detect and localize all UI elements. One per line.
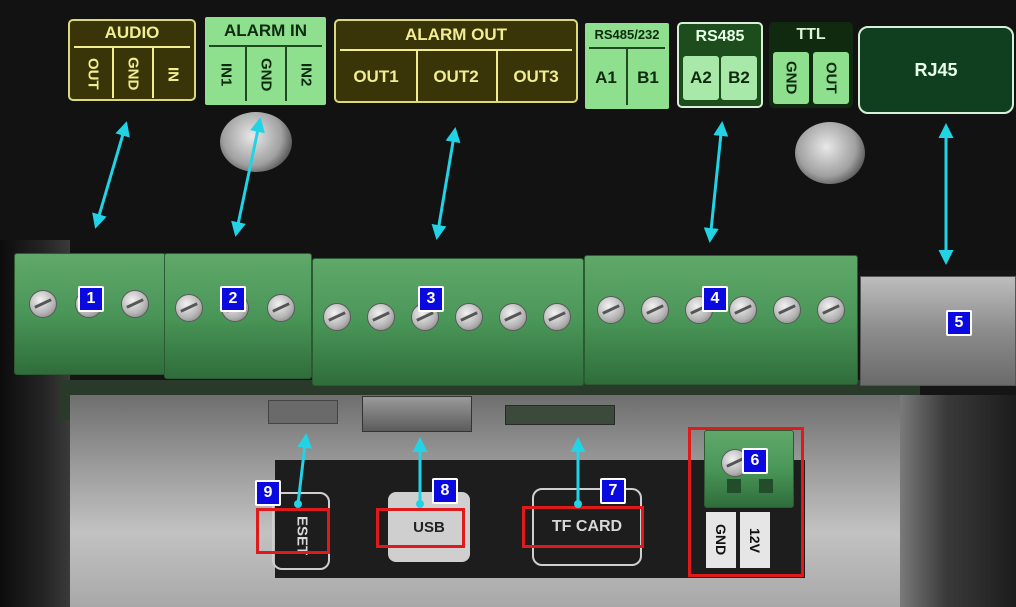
callout-badge-8: 8	[432, 478, 458, 504]
arrow-audio	[92, 121, 130, 229]
arrow-alarm-in	[231, 117, 265, 237]
callout-arrows	[92, 117, 954, 508]
callout-badge-3: 3	[418, 286, 444, 312]
arrow-rs485-ttl	[703, 121, 729, 243]
callout-badge-7: 7	[600, 478, 626, 504]
arrow-dot	[416, 500, 424, 508]
callout-badge-9: 9	[255, 480, 281, 506]
arrow-reset	[296, 433, 313, 505]
arrow-alarm-out	[431, 127, 461, 240]
callout-badge-6: 6	[742, 448, 768, 474]
callout-badge-2: 2	[220, 286, 246, 312]
arrow-dot	[574, 500, 582, 508]
callout-badge-1: 1	[78, 286, 104, 312]
arrow-dot	[294, 500, 302, 508]
callout-badge-5: 5	[946, 310, 972, 336]
callout-badge-4: 4	[702, 286, 728, 312]
